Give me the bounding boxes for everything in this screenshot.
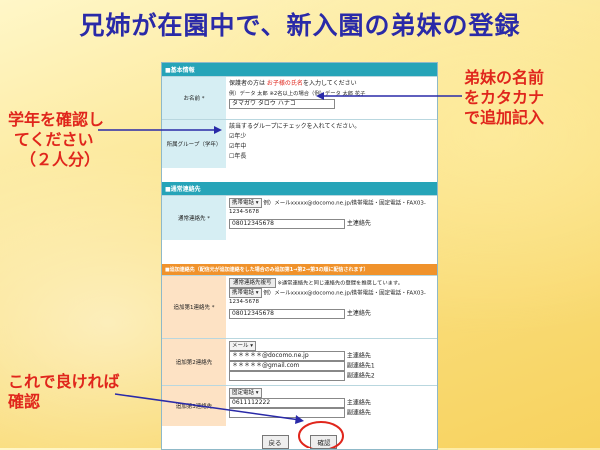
chevron-down-icon: ▾ [250, 343, 254, 349]
chevron-down-icon: ▾ [255, 390, 259, 396]
add3-tag-2: 副連絡先 [346, 409, 371, 417]
contact-label: 通常連絡先 * [162, 196, 226, 240]
annotation-confirm: これで良ければ 確認 [8, 372, 120, 411]
name-row: お名前 * 保護者の方は お子様の氏名を入力してください 例）データ 太郎 ※2… [162, 76, 437, 119]
add2-label: 追加第2連絡先 [162, 339, 226, 385]
group-note: 該当するグループにチェックを入れてください。 [229, 123, 361, 130]
add3-label: 追加第3連絡先 [162, 386, 226, 426]
copy-contact-button[interactable]: 通常連絡先複写 [229, 278, 276, 288]
name-label: お名前 * [162, 77, 226, 119]
additional-header: ■追加連絡先（配信元が追加連絡をした場合のみ追加第1→第2→第3の順に配信されま… [162, 264, 437, 275]
name-example: 例）データ 太郎 ※2名以上の場合（例）データ 太郎 花子 [229, 91, 366, 97]
add2-input-2[interactable]: ＊＊＊＊＊@gmail.com [229, 361, 345, 371]
add3-input-1[interactable]: 0611112222 [229, 398, 345, 408]
name-input[interactable]: タマガワ タロウ ハナコ [229, 99, 335, 109]
add2-tag-2: 副連絡先1 [346, 362, 375, 370]
add2-row: 追加第2連絡先 メール ▾ ＊＊＊＊＊@docomo.ne.jp 主連絡先 ＊＊… [162, 338, 437, 385]
add3-tag-1: 主連絡先 [346, 399, 371, 407]
add1-label: 追加第1連絡先 * [162, 276, 226, 338]
add1-input[interactable]: 08012345678 [229, 308, 345, 319]
contact-type-select[interactable]: 携帯電話 ▾ [229, 198, 262, 208]
basic-info-header: ■基本情報 [162, 63, 437, 76]
confirm-button[interactable]: 確認 [310, 435, 338, 449]
contact-header: ■通常連絡先 [162, 182, 437, 195]
name-note: 保護者の方は お子様の氏名を入力してください [229, 80, 357, 87]
group-option-3[interactable]: ☐年長 [229, 152, 434, 162]
registration-form: ■基本情報 お名前 * 保護者の方は お子様の氏名を入力してください 例）データ… [161, 62, 438, 450]
group-label: 所属グループ（学年） [162, 120, 226, 168]
add2-type-select[interactable]: メール ▾ [229, 341, 257, 351]
group-option-1[interactable]: ☑年少 [229, 132, 434, 142]
group-option-2[interactable]: ☑年中 [229, 142, 434, 152]
add3-type-select[interactable]: 固定電話 ▾ [229, 388, 262, 398]
add2-input-3[interactable] [229, 371, 345, 381]
add2-tag-3: 副連絡先2 [346, 372, 375, 380]
back-button[interactable]: 戻る [261, 435, 289, 449]
add1-row: 追加第1連絡先 * 通常連絡先複写 ※通常連絡先と同じ連絡先の登録を推奨していま… [162, 275, 437, 338]
chevron-down-icon: ▾ [255, 290, 259, 296]
add3-input-2[interactable] [229, 408, 345, 418]
add2-input-1[interactable]: ＊＊＊＊＊@docomo.ne.jp [229, 351, 345, 361]
add1-main-tag: 主連絡先 [346, 310, 371, 317]
annotation-grade: 学年を確認し てください （２人分） [8, 110, 105, 169]
chevron-down-icon: ▾ [255, 200, 259, 206]
group-row: 所属グループ（学年） 該当するグループにチェックを入れてください。 ☑年少 ☑年… [162, 119, 437, 168]
contact-input[interactable]: 08012345678 [229, 218, 345, 229]
annotation-name: 弟妹の名前 をカタカナ で追加記入 [464, 68, 545, 127]
contact-row: 通常連絡先 * 携帯電話 ▾ 例）メールxxxxx@docomo.ne.jp/携… [162, 195, 437, 240]
add2-tag-1: 主連絡先 [346, 352, 371, 360]
add1-note: ※通常連絡先と同じ連絡先の登録を推奨しています。 [277, 280, 404, 287]
contact-main-tag: 主連絡先 [346, 220, 371, 227]
slide-title: 兄姉が在園中で、新入園の弟妹の登録 [79, 11, 521, 40]
add3-row: 追加第3連絡先 固定電話 ▾ 0611112222 主連絡先 副連絡先 [162, 385, 437, 426]
add1-type-select[interactable]: 携帯電話 ▾ [229, 288, 262, 298]
